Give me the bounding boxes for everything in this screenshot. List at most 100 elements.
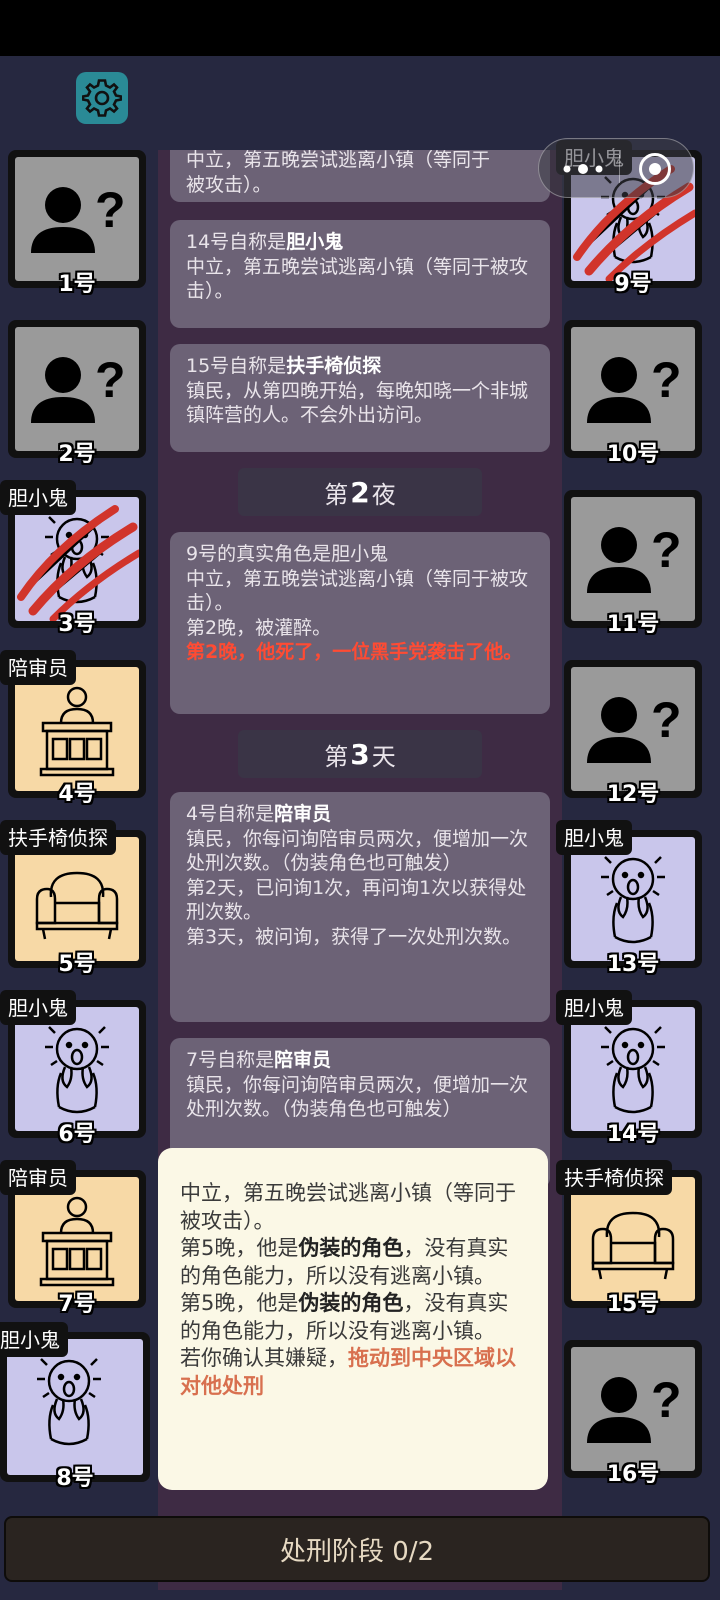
scared-face-icon [45,1026,109,1114]
role-detail-popup[interactable]: 中立，第五晚尝试逃离小镇（等同于被攻击）。 第5晚，他是伪装的角色，没有真实的角… [158,1148,548,1490]
log-claim: 7号自称是陪审员 [186,1049,332,1071]
player-portrait: ? [571,667,695,791]
role-claim-tag: 扶手椅侦探 [0,820,116,855]
player-portrait [571,1007,695,1131]
log-text: 被攻击）。 [186,173,272,196]
player-card-16[interactable]: ? 16号 [564,1340,702,1487]
svg-text:?: ? [651,1372,682,1428]
player-number: 7号 [58,1292,96,1317]
player-number: 13号 [606,952,660,977]
execution-phase-label: 处刑阶段 0/2 [279,1536,435,1567]
player-card-2[interactable]: ? 2号 [8,320,146,467]
svg-text:?: ? [651,522,682,578]
player-portrait: ? [15,327,139,451]
player-portrait [571,837,695,961]
player-card-1[interactable]: ? 1号 [8,150,146,297]
role-claim-tag: 胆小鬼 [0,990,76,1025]
armchair-icon [591,1211,675,1280]
scared-face-icon [601,1026,665,1114]
player-card-13[interactable]: 胆小鬼 13号 [556,820,702,977]
night-2-header: 第2夜 [238,468,482,516]
role-claim-tag: 胆小鬼 [556,820,632,855]
player-card-11[interactable]: ? 11号 [564,490,702,637]
log-text: 中立，第五晚尝试逃离小镇（等同于 [186,150,491,171]
role-claim-tag: 陪审员 [0,1160,76,1195]
player-portrait: ? [571,497,695,621]
player-number: 16号 [606,1462,660,1487]
juror-podium-icon [39,686,115,777]
role-claim-tag: 扶手椅侦探 [556,1160,672,1195]
player-portrait: ? [571,327,695,451]
player-number: 5号 [58,952,96,977]
log-entry-15: 15号自称是扶手椅侦探 镇民，从第四晚开始，每晚知晓一个非城镇阵营的人。不会外出… [170,344,550,452]
player-portrait: ? [571,1347,695,1471]
log-entry-9: 9号的真实角色是胆小鬼 中立，第五晚尝试逃离小镇（等同于被攻击）。 第2晚，被灌… [170,532,550,714]
player-card-12[interactable]: ? 12号 [564,660,702,807]
log-claim: 14号自称是胆小鬼 [186,231,344,253]
player-number: 12号 [606,782,660,807]
close-circle-icon[interactable] [639,153,671,185]
player-card-15[interactable]: 扶手椅侦探 15号 [556,1160,702,1317]
player-portrait: ? [15,157,139,281]
log-line: 9号的真实角色是胆小鬼 [186,543,389,565]
player-portrait [7,1339,143,1475]
player-card-6[interactable]: 胆小鬼 6号 [0,990,146,1147]
role-claim-tag: 胆小鬼 [556,990,632,1025]
capsule-divider [619,155,620,183]
unknown-person-icon: ? [31,182,126,253]
juror-podium-icon [39,1196,115,1287]
player-number: 15号 [606,1292,660,1317]
log-desc: 镇民，你每问询陪审员两次，便增加一次处刑次数。（伪装角色也可触发） [186,827,529,875]
unknown-person-icon: ? [587,692,682,763]
log-desc: 镇民，你每问询陪审员两次，便增加一次处刑次数。（伪装角色也可触发） [186,1073,529,1121]
log-line: 第2晚，被灌醉。 [186,616,332,639]
log-entry-14: 14号自称是胆小鬼 中立，第五晚尝试逃离小镇（等同于被攻击）。 [170,220,550,328]
player-portrait [15,837,139,961]
player-number: 2号 [58,442,96,467]
player-number: 11号 [606,612,660,637]
miniprogram-capsule[interactable] [538,138,694,198]
player-portrait [15,497,139,621]
scared-face-icon [601,856,665,944]
log-claim: 4号自称是陪审员 [186,803,332,825]
popup-line: 第5晚，他是伪装的角色，没有真实的角色能力，所以没有逃离小镇。 [180,1291,509,1343]
player-number: 3号 [58,612,96,637]
role-claim-tag: 陪审员 [0,650,76,685]
log-desc: 中立，第五晚尝试逃离小镇（等同于被攻击）。 [186,567,529,615]
player-card-14[interactable]: 胆小鬼 14号 [556,990,702,1147]
log-line: 第3天，被问询，获得了一次处刑次数。 [186,925,522,948]
log-line: 第2天，已问询1次，再问询1次以获得处刑次数。 [186,876,527,924]
execution-phase-bar[interactable]: 处刑阶段 0/2 [4,1516,710,1582]
player-portrait [15,1177,139,1301]
scratch-claw-icon [17,505,139,621]
settings-button[interactable] [76,72,128,124]
player-number: 8号 [56,1466,94,1491]
svg-text:?: ? [95,182,126,238]
player-card-4[interactable]: 陪审员 4号 [0,650,146,807]
armchair-icon [35,871,119,940]
log-desc: 镇民，从第四晚开始，每晚知晓一个非城镇阵营的人。不会外出访问。 [186,379,529,427]
player-card-5[interactable]: 扶手椅侦探 5号 [0,820,146,977]
unknown-person-icon: ? [587,522,682,593]
player-number: 10号 [606,442,660,467]
gear-icon [82,79,122,117]
log-entry-4: 4号自称是陪审员 镇民，你每问询陪审员两次，便增加一次处刑次数。（伪装角色也可触… [170,792,550,1022]
popup-desc: 中立，第五晚尝试逃离小镇（等同于被攻击）。 [180,1181,516,1233]
player-number: 6号 [58,1122,96,1147]
svg-text:?: ? [651,352,682,408]
scared-face-icon [37,1358,101,1446]
player-card-10[interactable]: ? 10号 [564,320,702,467]
unknown-person-icon: ? [587,352,682,423]
more-dots-icon[interactable] [561,161,605,177]
day-3-header: 第3天 [238,730,482,778]
role-claim-tag: 胆小鬼 [0,1322,68,1357]
log-desc: 中立，第五晚尝试逃离小镇（等同于被攻击）。 [186,255,529,303]
player-portrait [15,667,139,791]
player-card-3[interactable]: 胆小鬼 3号 [0,480,146,637]
player-number: 1号 [58,272,96,297]
log-death: 第2晚，他死了，一位黑手党袭击了他。 [186,641,523,663]
player-card-7[interactable]: 陪审员 7号 [0,1160,146,1317]
player-card-8[interactable]: 胆小鬼 8号 [0,1322,150,1491]
player-portrait [15,1007,139,1131]
unknown-person-icon: ? [587,1372,682,1443]
